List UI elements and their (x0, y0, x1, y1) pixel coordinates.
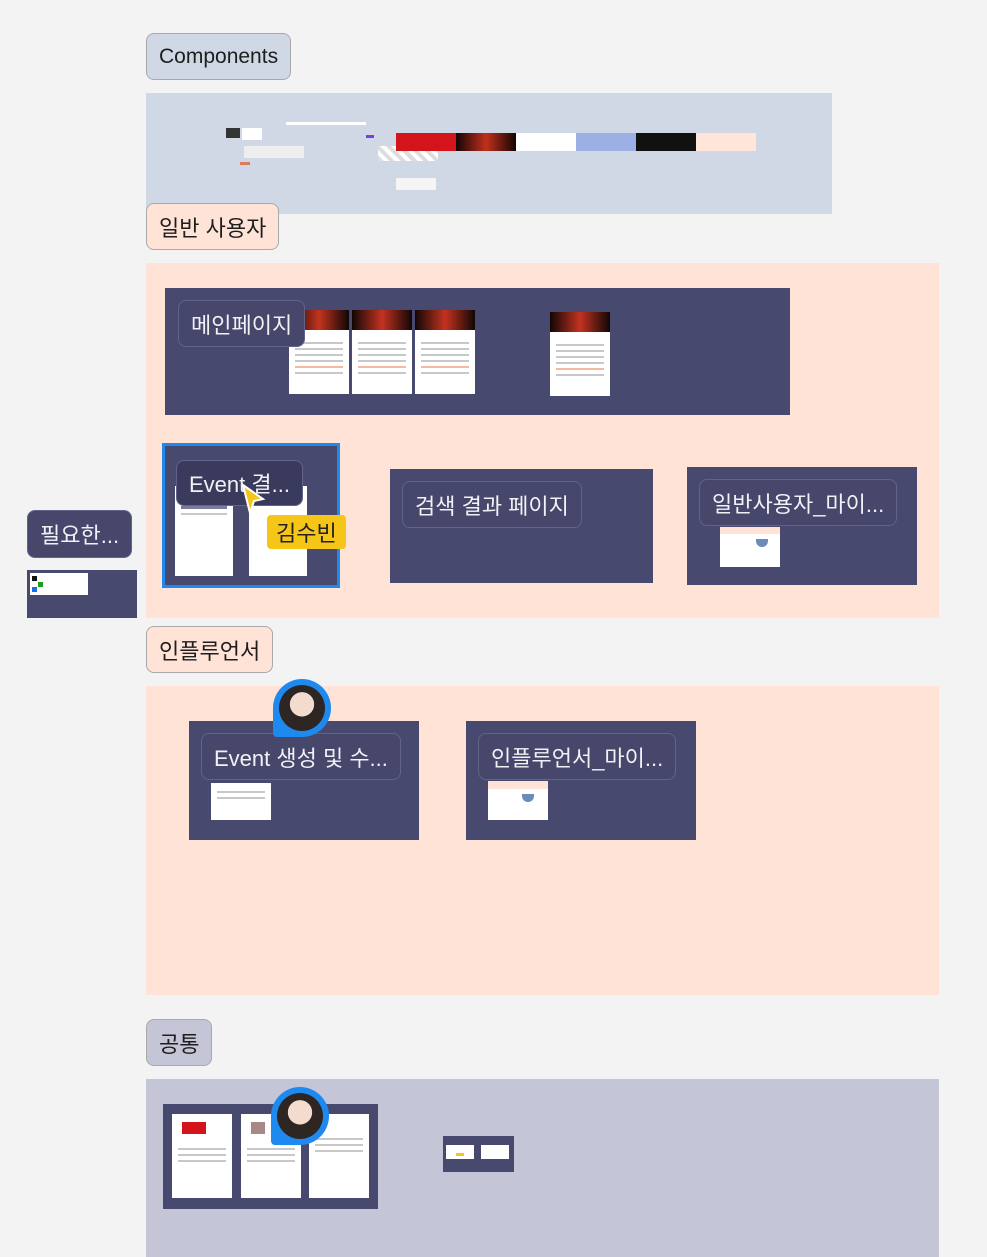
thumb-common-1[interactable] (172, 1114, 232, 1198)
section-label-influencer[interactable]: 인플루언서 (146, 626, 274, 673)
frame-label-event-result[interactable]: Event 결... (176, 460, 303, 506)
frame-label-required[interactable]: 필요한... (27, 510, 133, 558)
frame-required[interactable] (27, 570, 137, 618)
thumb-common-small-1[interactable] (446, 1145, 474, 1159)
section-label-components[interactable]: Components (146, 33, 292, 80)
thumb-required[interactable] (30, 573, 88, 595)
frame-label-main-page[interactable]: 메인페이지 (178, 300, 306, 347)
component-cluster[interactable] (226, 122, 438, 168)
frame-label-general-user-my[interactable]: 일반사용자_마이... (699, 479, 898, 526)
thumb-general-my[interactable] (720, 527, 780, 567)
section-label-general-user[interactable]: 일반 사용자 (146, 203, 280, 250)
banner-strip[interactable] (396, 133, 756, 151)
thumb-main-4[interactable] (550, 312, 610, 396)
thumb-common-small-2[interactable] (481, 1145, 509, 1159)
thumb-main-3[interactable] (415, 310, 475, 394)
collaborator-avatar-icon[interactable] (273, 679, 331, 737)
frame-label-influencer-my[interactable]: 인플루언서_마이... (478, 733, 677, 780)
collaborator-avatar-icon[interactable] (271, 1087, 329, 1145)
frame-common-small[interactable] (443, 1136, 514, 1172)
frame-label-search-result[interactable]: 검색 결과 페이지 (402, 481, 582, 528)
components-section[interactable] (146, 93, 832, 214)
section-label-common[interactable]: 공통 (146, 1019, 213, 1066)
cursor-arrow-icon (241, 483, 266, 517)
general-user-section[interactable]: 메인페이지 Event 결... 김수빈 검색 결과 페이지 일반사용자_마이.… (146, 263, 939, 618)
thumb-event-create[interactable] (211, 783, 271, 820)
common-section[interactable] (146, 1079, 939, 1257)
thumb-influencer-my[interactable] (488, 781, 548, 820)
frame-label-event-create[interactable]: Event 생성 및 수... (201, 733, 401, 780)
collaborator-name-tag: 김수빈 (267, 515, 346, 549)
thumb-main-2[interactable] (352, 310, 412, 394)
influencer-section[interactable]: Event 생성 및 수... 인플루언서_마이... (146, 686, 939, 995)
